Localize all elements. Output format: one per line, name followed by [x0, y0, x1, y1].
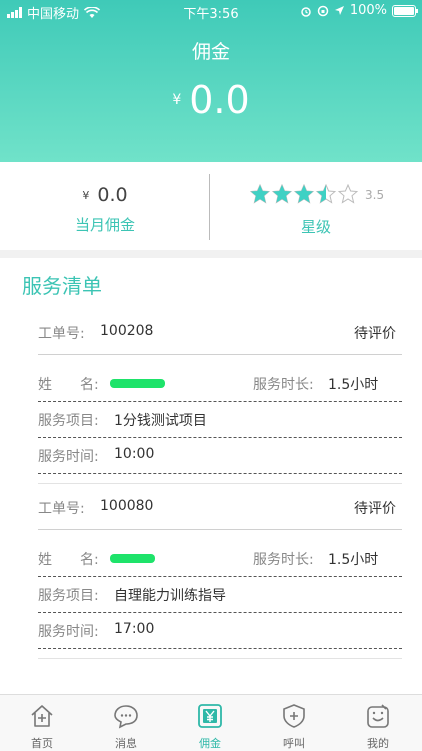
- time-value: 17:00: [114, 621, 155, 637]
- rotation-lock-icon: [317, 5, 329, 16]
- total-commission: ¥0.0: [0, 78, 422, 122]
- battery-icon: [392, 4, 418, 17]
- location-icon: [334, 6, 344, 15]
- rating-value: 3.5: [365, 188, 385, 202]
- order-status: 待评价: [354, 326, 396, 342]
- item-value: 自理能力训练指导: [114, 588, 226, 604]
- item-value: 1分钱测试项目: [114, 413, 207, 429]
- star-icon: [250, 184, 270, 204]
- star-rating: 3.5 星级: [210, 162, 422, 250]
- order-name-row: 姓 名: 服务时长: 1.5小时: [38, 366, 402, 402]
- tab-label: 我的: [367, 737, 389, 750]
- duration-label: 服务时长:: [253, 552, 314, 568]
- duration-value: 1.5小时: [328, 377, 379, 393]
- order-time-row: 服务时间: 10:00: [38, 438, 402, 474]
- duration-value: 1.5小时: [328, 552, 379, 568]
- tab-commission[interactable]: 佣金: [168, 695, 252, 751]
- page-title: 佣金: [191, 41, 230, 63]
- month-value: 0.0: [97, 184, 128, 206]
- tab-label: 首页: [31, 737, 53, 750]
- time-label: 服务时间:: [38, 449, 99, 465]
- card-separator: [38, 483, 402, 484]
- order-number-label: 工单号:: [38, 501, 85, 517]
- order-number: 100208: [100, 323, 154, 339]
- order-status: 待评价: [354, 501, 396, 517]
- profile-icon: [367, 704, 389, 728]
- name-label: 姓 名:: [38, 377, 99, 393]
- order-number-label: 工单号:: [38, 326, 85, 342]
- order-item-row: 服务项目: 自理能力训练指导: [38, 577, 402, 613]
- tab-profile[interactable]: 我的: [336, 695, 420, 751]
- total-amount: 0.0: [189, 78, 250, 122]
- alarm-icon: [301, 6, 311, 17]
- tab-label: 消息: [115, 737, 137, 750]
- order-time-row: 服务时间: 17:00: [38, 613, 402, 649]
- tab-messages[interactable]: 消息: [84, 695, 168, 751]
- tab-bar: 首页 消息 佣金 呼叫 我的: [0, 694, 422, 751]
- chat-icon: [114, 705, 138, 729]
- tab-label: 呼叫: [283, 737, 305, 750]
- name-label: 姓 名:: [38, 552, 99, 568]
- stats-panel: ¥0.0 当月佣金 3.5 星级: [0, 162, 422, 250]
- order-card[interactable]: 工单号: 100208 待评价 姓 名: 服务时长: 1.5小时 服务项目: 1…: [38, 315, 402, 474]
- header: 中国移动 下午3:56 100% 佣金 ¥0.0: [0, 0, 422, 162]
- yen-icon: [198, 704, 222, 728]
- tab-label: 佣金: [199, 737, 221, 750]
- order-header-row: 工单号: 100208 待评价: [38, 315, 402, 355]
- time-label: 服务时间:: [38, 624, 99, 640]
- status-bar: 中国移动 下午3:56 100%: [0, 0, 422, 22]
- star-icon: [294, 184, 314, 204]
- star-icon: [272, 184, 292, 204]
- monthly-commission: ¥0.0 当月佣金: [0, 162, 210, 250]
- order-number: 100080: [100, 498, 154, 514]
- star-icon: [316, 184, 336, 204]
- redacted-name: [110, 554, 155, 563]
- home-icon: [31, 705, 53, 727]
- duration-label: 服务时长:: [253, 377, 314, 393]
- currency-symbol: ¥: [172, 92, 182, 108]
- section-gap: [0, 250, 422, 258]
- redacted-name: [110, 379, 165, 388]
- order-name-row: 姓 名: 服务时长: 1.5小时: [38, 541, 402, 577]
- star-icon: [338, 184, 358, 204]
- rating-label: 星级: [300, 218, 331, 236]
- order-card[interactable]: 工单号: 100080 待评价 姓 名: 服务时长: 1.5小时 服务项目: 自…: [38, 490, 402, 649]
- tab-call[interactable]: 呼叫: [252, 695, 336, 751]
- order-header-row: 工单号: 100080 待评价: [38, 490, 402, 530]
- battery-percent: 100%: [349, 3, 387, 18]
- tab-home[interactable]: 首页: [0, 695, 84, 751]
- item-label: 服务项目:: [38, 413, 99, 429]
- month-currency: ¥: [82, 189, 90, 202]
- month-label: 当月佣金: [74, 216, 135, 234]
- card-separator: [38, 658, 402, 659]
- shield-plus-icon: [283, 704, 305, 728]
- time-value: 10:00: [114, 446, 155, 462]
- item-label: 服务项目:: [38, 588, 99, 604]
- order-item-row: 服务项目: 1分钱测试项目: [38, 402, 402, 438]
- section-title: 服务清单: [22, 274, 102, 298]
- rating-stars: [250, 184, 358, 204]
